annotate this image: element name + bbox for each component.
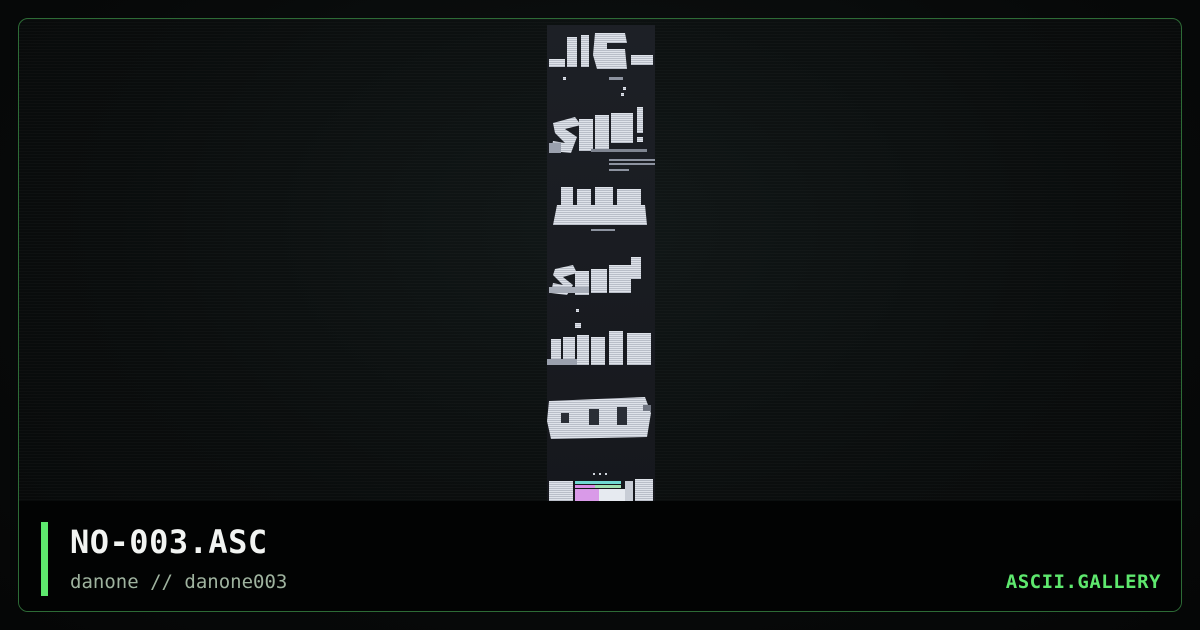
artwork-title: NO-003.ASC [70, 523, 268, 561]
art-block-4 [549, 257, 641, 295]
card-footer: NO-003.ASC danone // danone003 ASCII.GAL… [19, 501, 1181, 611]
accent-bar [41, 522, 48, 596]
art-block-6 [547, 397, 651, 439]
art-block-5 [547, 309, 651, 365]
artwork-preview[interactable] [547, 25, 655, 501]
ascii-art-image [547, 33, 655, 501]
card-frame: NO-003.ASC danone // danone003 ASCII.GAL… [18, 18, 1182, 612]
artwork-subtitle: danone // danone003 [70, 571, 288, 593]
site-brand-link[interactable]: ASCII.GALLERY [1006, 571, 1161, 593]
share-card: NO-003.ASC danone // danone003 ASCII.GAL… [0, 0, 1200, 630]
art-block-1 [549, 33, 653, 96]
art-block-3 [553, 187, 647, 231]
art-block-2 [549, 107, 655, 171]
art-block-7 [549, 473, 653, 501]
